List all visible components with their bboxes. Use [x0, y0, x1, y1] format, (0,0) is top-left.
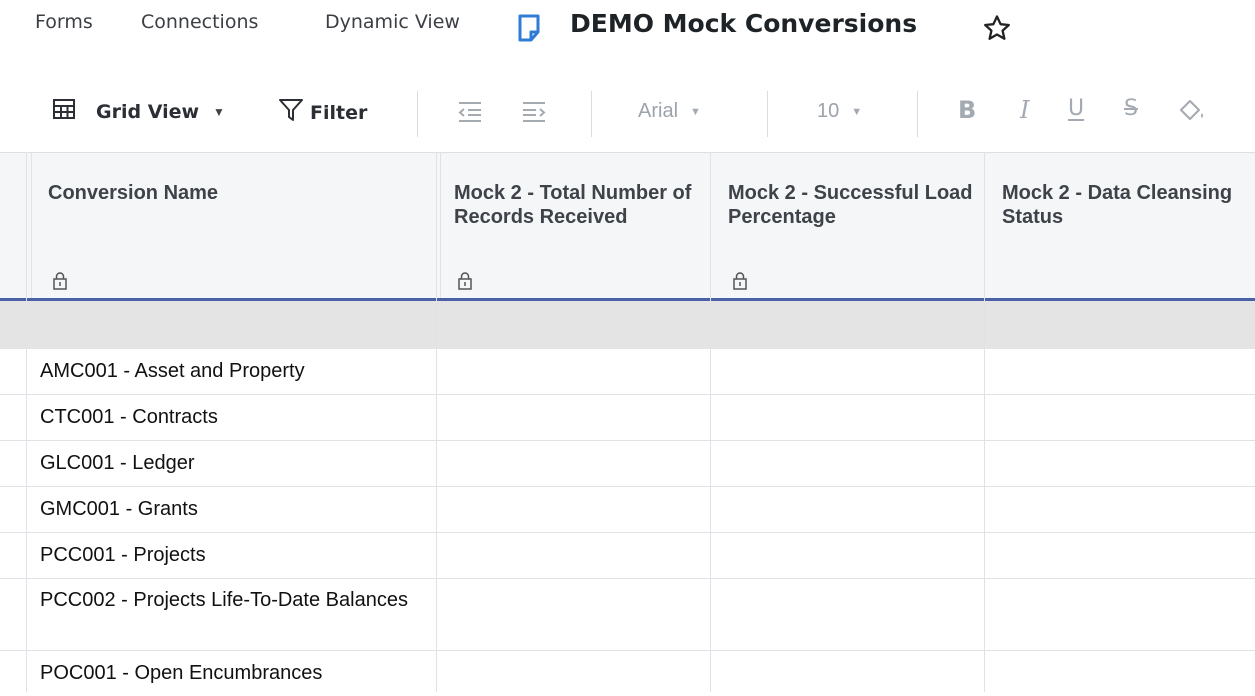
column-divider [440, 152, 441, 298]
nav-connections-link[interactable]: Connections [141, 11, 258, 33]
table-row[interactable]: POC001 - Open Encumbrances [0, 651, 1255, 696]
column-header-conversion-name[interactable]: Conversion Name [48, 181, 418, 205]
grid-view-label: Grid View [96, 100, 200, 123]
fill-color-icon[interactable] [1176, 98, 1206, 124]
filter-label: Filter [310, 101, 368, 124]
filter-icon [278, 97, 304, 128]
column-divider[interactable] [710, 152, 711, 692]
bold-button[interactable]: B [958, 96, 976, 124]
grid-view-dropdown[interactable]: Grid View ▼ [52, 97, 225, 126]
conversion-name-cell[interactable]: GLC001 - Ledger [40, 451, 195, 475]
font-family-dropdown[interactable]: Arial ▼ [638, 100, 701, 123]
filter-button[interactable]: Filter [278, 97, 367, 128]
sheet-title: DEMO Mock Conversions [570, 9, 918, 38]
conversion-name-cell[interactable]: PCC001 - Projects [40, 543, 206, 567]
column-header-cleansing-status[interactable]: Mock 2 - Data Cleansing Status [1002, 181, 1252, 229]
table-row[interactable]: CTC001 - Contracts [0, 395, 1255, 441]
toolbar-divider [767, 91, 768, 137]
font-family-value: Arial [638, 100, 679, 122]
conversion-name-cell[interactable]: PCC002 - Projects Life-To-Date Balances [40, 588, 420, 612]
row-gutter-divider [26, 152, 27, 692]
top-navigation: Forms Connections Dynamic View DEMO Mock… [0, 0, 1255, 56]
sheet-icon [516, 13, 542, 48]
table-row[interactable]: AMC001 - Asset and Property [0, 349, 1255, 395]
underline-button[interactable]: U [1068, 96, 1084, 121]
conversion-name-cell[interactable]: CTC001 - Contracts [40, 405, 218, 429]
column-header-load-percentage[interactable]: Mock 2 - Successful Load Percentage [728, 181, 978, 229]
outdent-icon[interactable] [457, 100, 483, 124]
conversion-name-cell[interactable]: AMC001 - Asset and Property [40, 359, 305, 383]
toolbar: Grid View ▼ Filter Arial ▼ 10 ▼ B I U S [0, 86, 1255, 140]
chevron-down-icon: ▼ [690, 105, 701, 118]
table-row[interactable]: PCC002 - Projects Life-To-Date Balances [0, 579, 1255, 651]
toolbar-divider [591, 91, 592, 137]
blank-row[interactable] [0, 301, 1255, 349]
font-size-dropdown[interactable]: 10 ▼ [817, 100, 862, 123]
chevron-down-icon: ▼ [213, 104, 225, 119]
nav-dynamic-view-link[interactable]: Dynamic View [325, 11, 460, 33]
table-row[interactable]: GLC001 - Ledger [0, 441, 1255, 487]
italic-button[interactable]: I [1020, 96, 1029, 124]
grid-view-icon [52, 97, 76, 126]
column-header-total-records[interactable]: Mock 2 - Total Number of Records Receive… [454, 181, 704, 229]
toolbar-divider [917, 91, 918, 137]
font-size-value: 10 [817, 100, 840, 122]
table-row[interactable]: PCC001 - Projects [0, 533, 1255, 579]
table-row[interactable]: GMC001 - Grants [0, 487, 1255, 533]
lock-icon [52, 272, 68, 295]
lock-icon [457, 272, 473, 295]
chevron-down-icon: ▼ [851, 105, 863, 118]
row-gutter-divider [31, 152, 32, 298]
conversion-name-cell[interactable]: POC001 - Open Encumbrances [40, 661, 322, 685]
conversion-name-cell[interactable]: GMC001 - Grants [40, 497, 198, 521]
nav-forms-link[interactable]: Forms [35, 11, 93, 33]
indent-icon[interactable] [521, 100, 547, 124]
lock-icon [732, 272, 748, 295]
column-divider[interactable] [436, 152, 437, 692]
data-grid: Conversion Name Mock 2 - Total Number of… [0, 152, 1255, 692]
favorite-star-icon[interactable] [982, 14, 1012, 47]
strikethrough-button[interactable]: S [1124, 96, 1138, 121]
column-divider[interactable] [984, 152, 985, 692]
toolbar-divider [417, 91, 418, 137]
